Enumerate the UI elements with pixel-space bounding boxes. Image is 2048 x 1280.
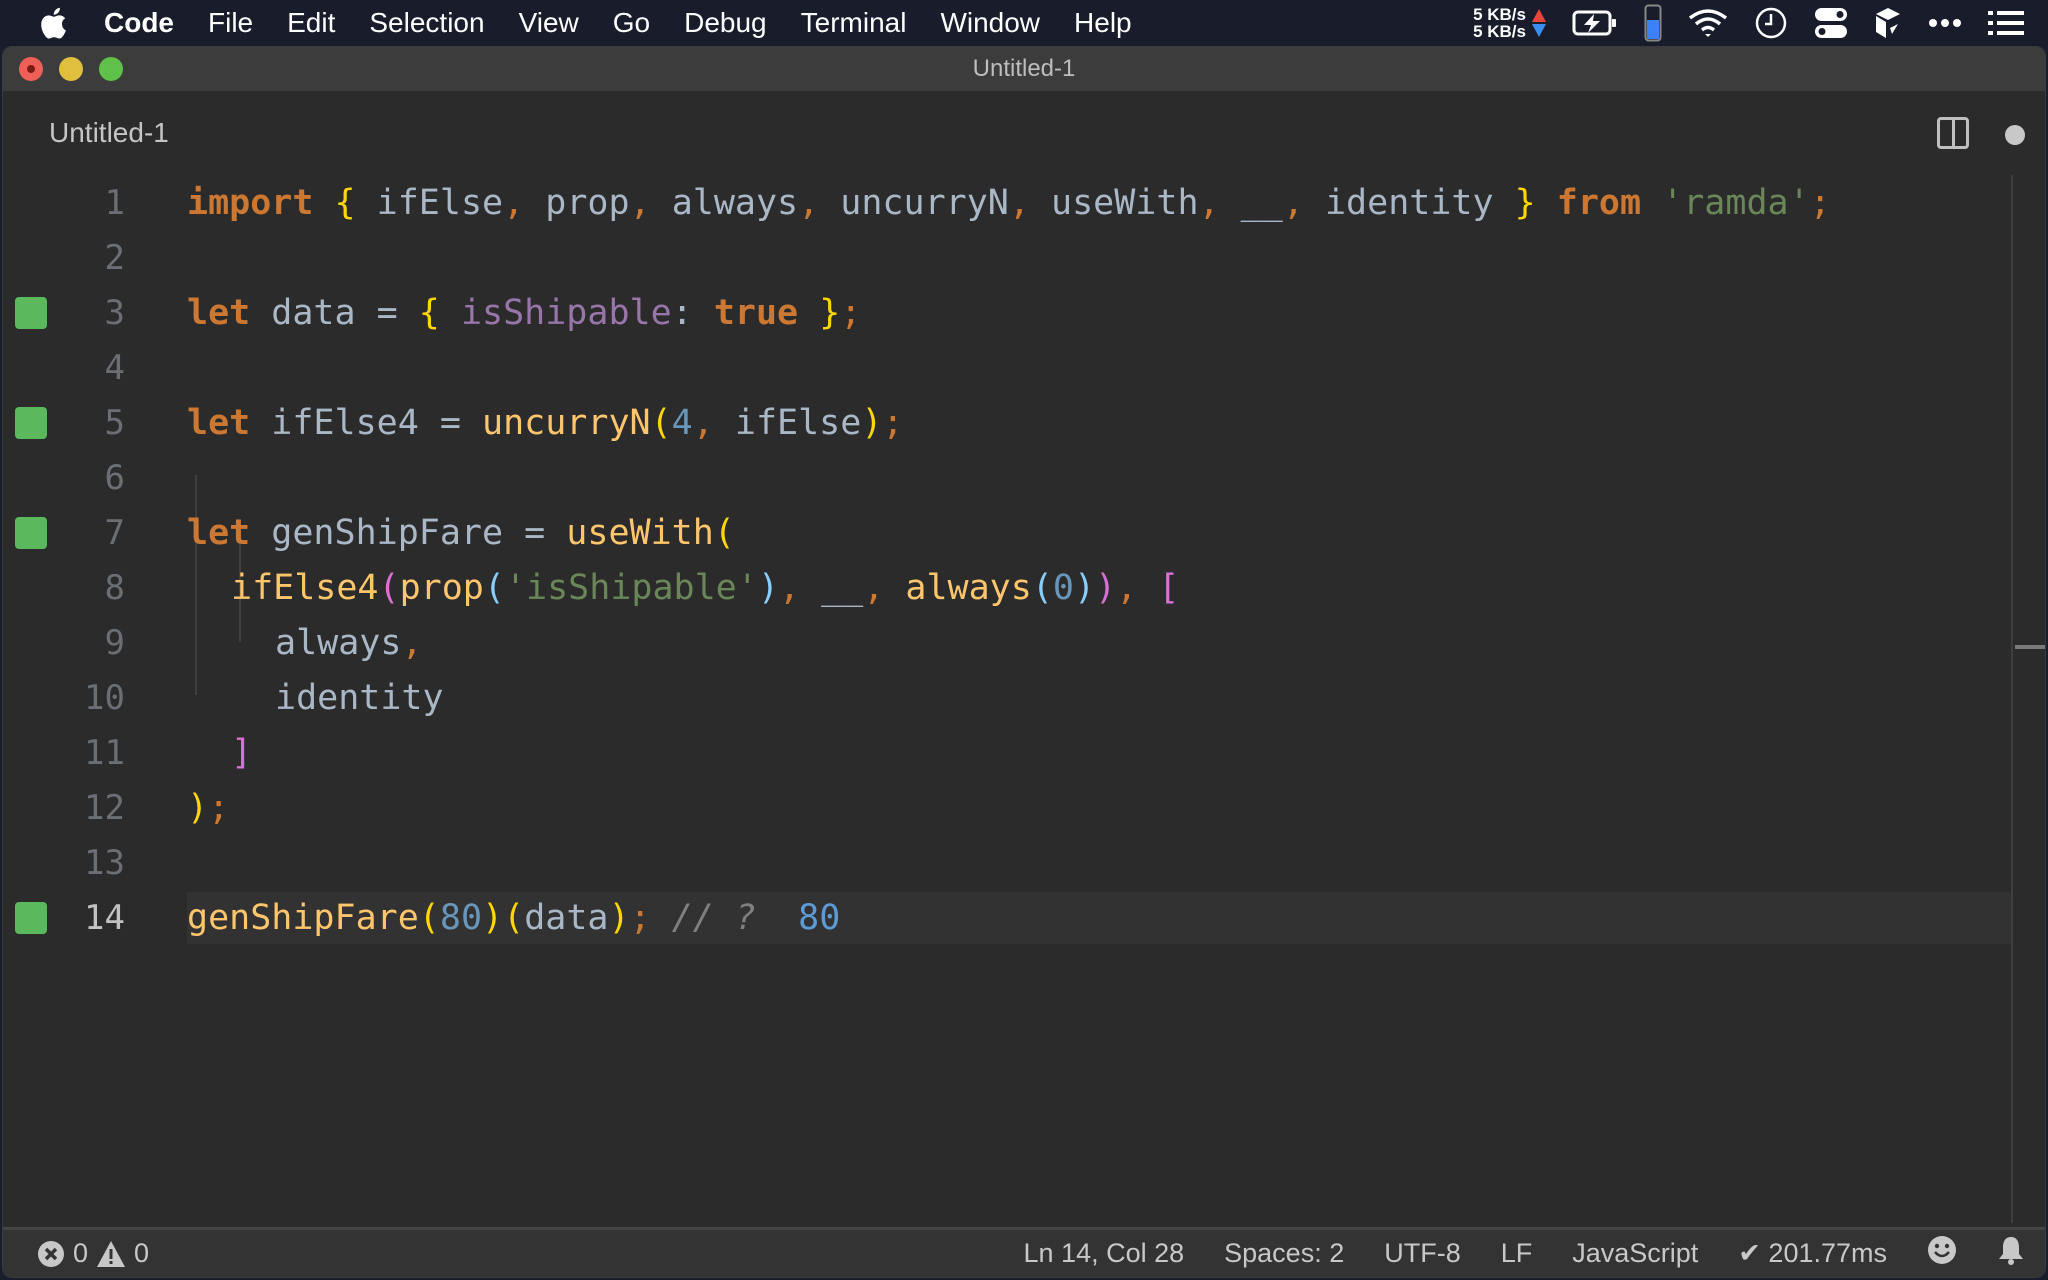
more-icon[interactable] xyxy=(1928,18,1962,28)
macos-menu-bar: Code File Edit Selection View Go Debug T… xyxy=(0,0,2048,46)
list-icon[interactable] xyxy=(1988,11,2024,35)
code-line-13: 13 xyxy=(3,835,2045,890)
cursor-position-mark xyxy=(2015,645,2045,649)
code-line-12: 12 ); xyxy=(3,780,2045,835)
code-line-10: 10 identity xyxy=(3,670,2045,725)
end-of-line[interactable]: LF xyxy=(1501,1238,1533,1269)
warning-icon xyxy=(97,1240,126,1267)
title-bar: Untitled-1 xyxy=(3,47,2045,91)
quokka-coverage-marker xyxy=(15,296,47,329)
quokka-timing[interactable]: ✔ 201.77ms xyxy=(1738,1238,1887,1269)
cpu-meter-icon[interactable] xyxy=(1644,4,1662,42)
code-text: let data = { isShipable: true }; xyxy=(187,292,862,333)
code-line-6: 6 xyxy=(3,450,2045,505)
status-bar: 0 0 Ln 14, Col 28 Spaces: 2 UTF-8 LF Jav… xyxy=(3,1227,2045,1277)
menu-terminal[interactable]: Terminal xyxy=(801,7,907,39)
apple-menu-icon[interactable] xyxy=(38,6,78,40)
split-editor-icon[interactable] xyxy=(1937,117,1969,149)
menu-help[interactable]: Help xyxy=(1074,7,1132,39)
line-number: 4 xyxy=(104,347,125,388)
line-number: 6 xyxy=(104,457,125,498)
error-icon xyxy=(38,1240,64,1267)
line-number: 7 xyxy=(104,512,125,553)
code-text: let ifElse4 = uncurryN(4, ifElse); xyxy=(187,402,904,443)
control-center-icon[interactable] xyxy=(1814,7,1848,39)
net-upload-rate: 5 KB/s xyxy=(1473,5,1526,24)
quokka-coverage-marker xyxy=(15,406,47,439)
warning-count: 0 xyxy=(134,1238,150,1268)
line-number: 13 xyxy=(84,842,125,883)
wifi-icon[interactable] xyxy=(1688,8,1728,38)
menu-view[interactable]: View xyxy=(519,7,579,39)
clock-icon[interactable] xyxy=(1754,6,1788,40)
code-line-5: 5 let ifElse4 = uncurryN(4, ifElse); xyxy=(3,395,2045,450)
menu-selection[interactable]: Selection xyxy=(369,7,484,39)
editor-tab-bar: Untitled-1 xyxy=(3,91,2045,175)
language-mode[interactable]: JavaScript xyxy=(1572,1238,1698,1269)
quokka-coverage-marker xyxy=(15,516,47,549)
code-text: import { ifElse, prop, always, uncurryN,… xyxy=(187,182,1831,223)
vscode-window: Untitled-1 Untitled-1 1 import { ifElse,… xyxy=(2,46,2046,1278)
upload-arrow-icon xyxy=(1532,9,1546,22)
line-number: 9 xyxy=(104,622,125,663)
battery-charging-icon[interactable] xyxy=(1572,10,1618,36)
window-title: Untitled-1 xyxy=(972,55,1076,82)
indentation-setting[interactable]: Spaces: 2 xyxy=(1224,1238,1344,1269)
error-count: 0 xyxy=(73,1238,89,1268)
tab-untitled-1[interactable]: Untitled-1 xyxy=(49,117,169,149)
line-number: 3 xyxy=(104,292,125,333)
menu-extras: 5 KB/s 5 KB/s xyxy=(1473,0,2024,46)
inline-result-value: 80 xyxy=(798,897,841,938)
line-number: 8 xyxy=(104,567,125,608)
problems-indicator[interactable]: 0 0 xyxy=(37,1238,149,1269)
code-text: ); xyxy=(187,787,230,828)
overview-ruler-scrollbar[interactable] xyxy=(2011,175,2045,1223)
code-text: genShipFare(80)(data); // ? 80 xyxy=(187,897,841,938)
menu-app-code[interactable]: Code xyxy=(104,7,174,39)
code-line-2: 2 xyxy=(3,230,2045,285)
code-text: ifElse4(prop('isShipable'), __, always(0… xyxy=(231,567,1180,608)
menu-edit[interactable]: Edit xyxy=(287,7,335,39)
code-line-7: 7 let genShipFare = useWith( xyxy=(3,505,2045,560)
menu-go[interactable]: Go xyxy=(613,7,650,39)
code-line-1: 1 import { ifElse, prop, always, uncurry… xyxy=(3,175,2045,230)
line-number: 5 xyxy=(104,402,125,443)
menu-debug[interactable]: Debug xyxy=(684,7,767,39)
code-line-9: 9 always, xyxy=(3,615,2045,670)
code-line-14: 14 genShipFare(80)(data); // ? 80 xyxy=(3,890,2045,945)
code-line-11: 11 ] xyxy=(3,725,2045,780)
code-text: identity xyxy=(275,677,444,718)
network-speed[interactable]: 5 KB/s 5 KB/s xyxy=(1473,6,1546,40)
feedback-smiley-icon[interactable] xyxy=(1927,1235,1957,1272)
line-number: 2 xyxy=(104,237,125,278)
menu-file[interactable]: File xyxy=(208,7,253,39)
quokka-coverage-marker xyxy=(15,901,47,934)
line-number: 10 xyxy=(84,677,125,718)
code-text: let genShipFare = useWith( xyxy=(187,512,735,553)
code-line-4: 4 xyxy=(3,340,2045,395)
menu-window[interactable]: Window xyxy=(940,7,1040,39)
net-download-rate: 5 KB/s xyxy=(1473,22,1526,41)
unsaved-dot-icon[interactable] xyxy=(2005,125,2025,145)
code-line-3: 3 let data = { isShipable: true }; xyxy=(3,285,2045,340)
line-number: 12 xyxy=(84,787,125,828)
code-text: ] xyxy=(231,732,253,773)
line-number: 14 xyxy=(84,897,125,938)
code-line-8: 8 ifElse4(prop('isShipable'), __, always… xyxy=(3,560,2045,615)
code-editor[interactable]: 1 import { ifElse, prop, always, uncurry… xyxy=(3,175,2045,1223)
line-number: 1 xyxy=(104,182,125,223)
code-text: always, xyxy=(275,622,423,663)
cursor-position[interactable]: Ln 14, Col 28 xyxy=(1024,1238,1185,1269)
line-number: 11 xyxy=(84,732,125,773)
app-status-icon[interactable] xyxy=(1874,6,1902,40)
file-encoding[interactable]: UTF-8 xyxy=(1384,1238,1461,1269)
download-arrow-icon xyxy=(1532,24,1546,37)
notifications-bell-icon[interactable] xyxy=(1997,1235,2025,1272)
